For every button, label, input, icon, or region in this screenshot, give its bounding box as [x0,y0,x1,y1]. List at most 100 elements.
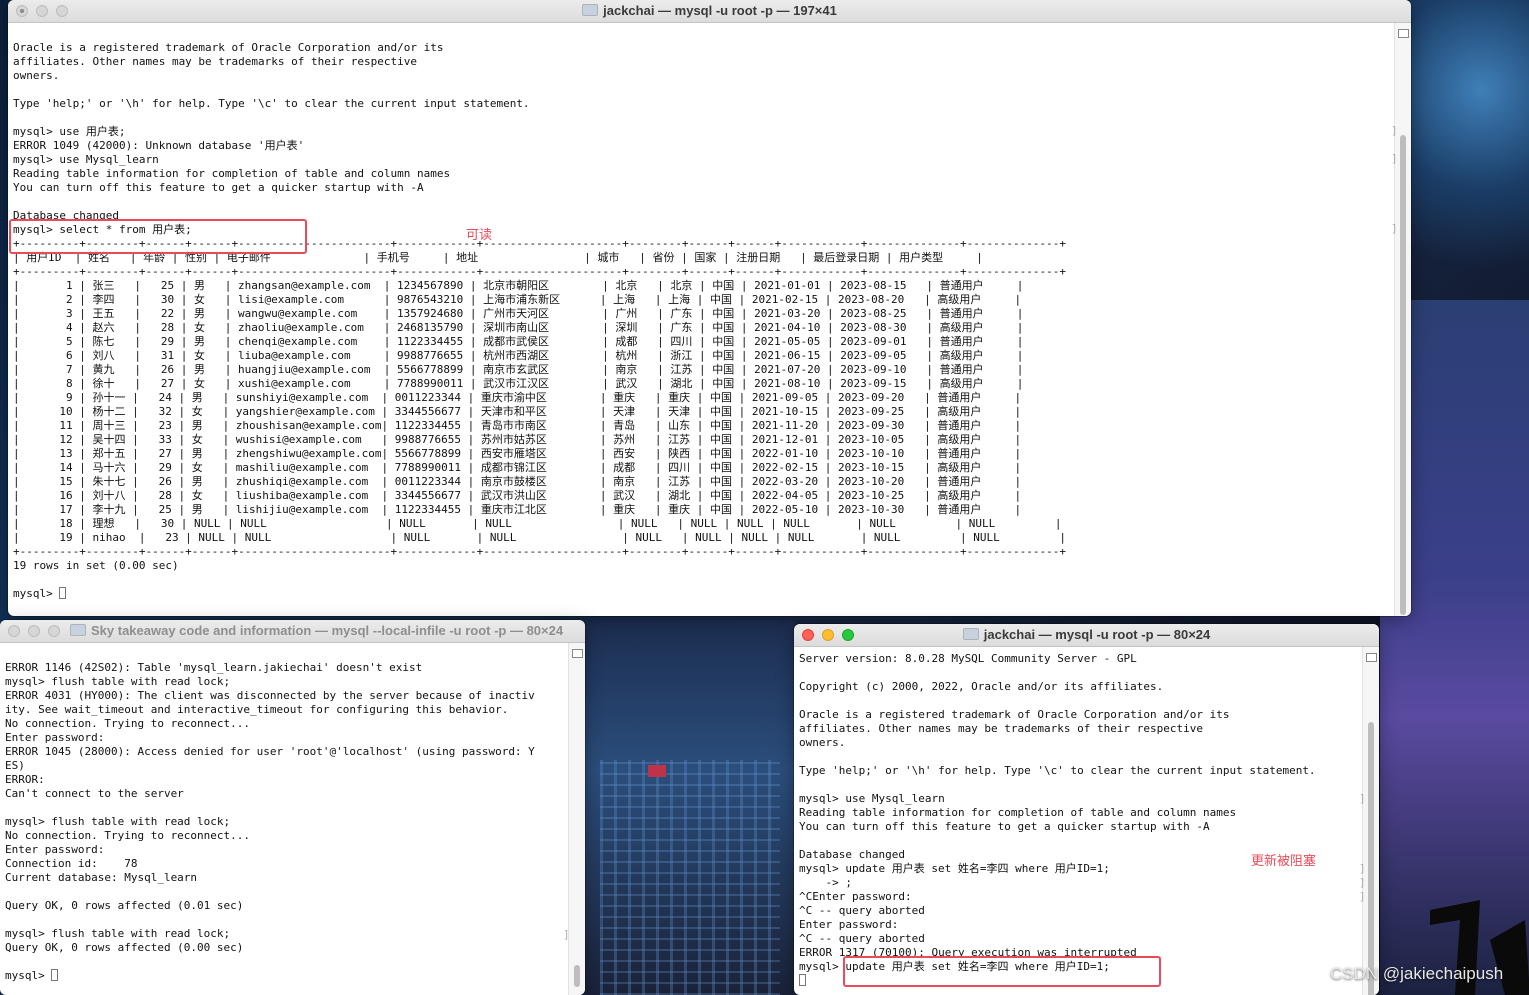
left-terminal-output[interactable]: ERROR 1146 (42S02): Table 'mysql_learn.j… [5,647,569,983]
terminal-line: mysql> [13,587,1395,601]
terminal-line: | 6 | 刘八 | 31 | 女 | liuba@example.com | … [13,349,1024,362]
line-marker: ] [1391,124,1398,137]
cursor-icon [51,969,59,981]
main-window-title: jackchai — mysql -u root -p — 197×41 [603,3,837,18]
terminal-line: Reading table information for completion… [799,806,1237,819]
wallpaper-city [600,760,780,995]
update-query-highlight [843,956,1161,987]
terminal-line: Query OK, 0 rows affected (0.00 sec) [5,941,244,954]
main-terminal-output[interactable]: Oracle is a registered trademark of Orac… [13,27,1395,601]
folder-icon [582,4,599,16]
terminal-line: You can turn off this feature to get a q… [799,820,1210,833]
terminal-line: mysql> use 用户表; [13,125,126,138]
line-marker: ] [1359,792,1366,805]
terminal-line: No connection. Trying to reconnect... [5,829,251,842]
line-marker: ] [1391,222,1398,235]
main-title-bar[interactable]: jackchai — mysql -u root -p — 197×41 [8,0,1411,23]
right-scroll-thumb[interactable] [1368,722,1374,995]
left-scroll-thumb[interactable] [574,965,580,987]
terminal-line: | 17 | 李十九 | 25 | 男 | lishijiu@example.c… [13,503,1022,516]
right-terminal-window[interactable]: jackchai — mysql -u root -p — 80×24 Serv… [794,624,1379,995]
terminal-line: | 4 | 赵六 | 28 | 女 | zhaoliu@example.com … [13,321,1024,334]
csdn-watermark: CSDN @jakiechaipush [1330,964,1504,983]
right-title-bar[interactable]: jackchai — mysql -u root -p — 80×24 [794,624,1379,647]
terminal-line: | 12 | 吴十四 | 33 | 女 | wushisi@example.co… [13,433,1022,446]
terminal-line: | 8 | 徐十 | 27 | 女 | xushi@example.com | … [13,377,1024,390]
terminal-line: Type 'help;' or '\h' for help. Type '\c'… [13,97,530,110]
terminal-line: ity. See wait_timeout and interactive_ti… [5,703,509,716]
terminal-line: Oracle is a registered trademark of Orac… [799,708,1230,721]
cursor-icon [799,974,806,986]
terminal-line: ERROR 4031 (HY000): The client was disco… [5,689,535,702]
line-marker: ] [1359,862,1366,875]
left-scrollbar[interactable] [568,643,585,995]
terminal-line: ERROR 1049 (42000): Unknown database '用户… [13,139,305,152]
main-scroll-thumb[interactable] [1400,135,1406,615]
blocked-annotation: 更新被阻塞 [1251,854,1317,869]
terminal-line: Reading table information for completion… [13,167,451,180]
right-window-title: jackchai — mysql -u root -p — 80×24 [983,627,1211,642]
terminal-line: mysql> use Mysql_learn [13,153,159,166]
terminal-line: Oracle is a registered trademark of Orac… [13,41,444,54]
terminal-line: No connection. Trying to reconnect... [5,717,251,730]
terminal-line: ^CEnter password: [799,890,912,903]
right-terminal-output[interactable]: Server version: 8.0.28 MySQL Community S… [799,652,1363,988]
folder-icon [962,628,979,640]
terminal-line: +---------+--------+------+------+------… [13,265,1066,278]
terminal-line: | 18 | 理想 | 30 | NULL | NULL | NULL | NU… [13,517,1062,530]
left-terminal-window[interactable]: Sky takeaway code and information — mysq… [0,620,585,995]
terminal-line: | 13 | 郑十五 | 27 | 男 | zhengshiwu@example… [13,447,1022,460]
main-scrollbar[interactable] [1394,23,1411,616]
terminal-line: | 16 | 刘十八 | 28 | 女 | liushiba@example.c… [13,489,1022,502]
terminal-line: | 11 | 周十三 | 23 | 男 | zhoushisan@example… [13,419,1022,432]
terminal-line: mysql> flush table with read lock; [5,927,231,940]
terminal-line: mysql> [5,969,569,983]
terminal-line: Server version: 8.0.28 MySQL Community S… [799,652,1137,665]
terminal-line: affiliates. Other names may be trademark… [13,55,417,68]
terminal-line: Enter password: [5,843,105,856]
terminal-line: mysql> flush table with read lock; [5,815,231,828]
terminal-line: | 7 | 黄九 | 26 | 男 | huangjiu@example.com… [13,363,1024,376]
terminal-line: -> ; [799,876,852,889]
terminal-line: Type 'help;' or '\h' for help. Type '\c'… [799,764,1316,777]
wallpaper-red-sign [648,765,666,777]
terminal-line: Connection id: 78 [5,857,138,870]
terminal-line: affiliates. Other names may be trademark… [799,722,1203,735]
terminal-line: Enter password: [799,918,899,931]
terminal-line: mysql> use Mysql_learn [799,792,945,805]
terminal-line: ERROR: [5,773,45,786]
terminal-line: ^C -- query aborted [799,932,925,945]
terminal-line: | 1 | 张三 | 25 | 男 | zhangsan@example.com… [13,279,1024,292]
line-marker: ] [1391,152,1398,165]
terminal-line: | 9 | 孙十一 | 24 | 男 | sunshiyi@example.co… [13,391,1022,404]
terminal-line: owners. [799,736,846,749]
terminal-line: Copyright (c) 2000, 2022, Oracle and/or … [799,680,1164,693]
scrollbar-split-icon[interactable] [1398,29,1409,38]
scrollbar-split-icon[interactable] [1366,653,1377,662]
terminal-line: Enter password: [5,731,105,744]
terminal-line: Can't connect to the server [5,787,184,800]
terminal-line: ES) [5,759,25,772]
terminal-line: | 15 | 朱十七 | 26 | 男 | zhushiqi@example.c… [13,475,1022,488]
terminal-line: | 2 | 李四 | 30 | 女 | lisi@example.com | 9… [13,293,1022,306]
line-marker: ] [1359,890,1366,903]
line-marker: ] [563,928,570,941]
main-terminal-window[interactable]: jackchai — mysql -u root -p — 197×41 Ora… [8,0,1411,616]
right-scrollbar[interactable] [1362,647,1379,995]
left-title-bar[interactable]: Sky takeaway code and information — mysq… [0,620,585,643]
folder-icon [70,624,86,636]
scrollbar-split-icon[interactable] [572,649,583,658]
terminal-line: mysql> flush table with read lock; [5,675,231,688]
